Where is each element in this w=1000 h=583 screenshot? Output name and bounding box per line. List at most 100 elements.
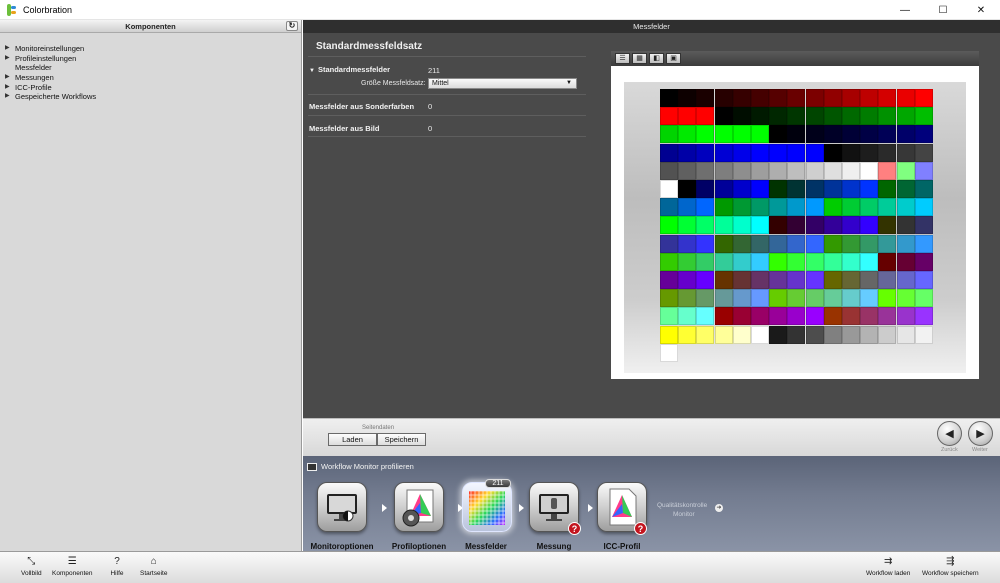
color-patch (751, 107, 769, 126)
workflow-save-icon: ⇶ (946, 556, 955, 567)
color-patch (823, 252, 842, 271)
color-patch (660, 234, 678, 253)
color-patch (732, 289, 751, 308)
page-data-label: Seitendaten (362, 425, 395, 431)
standard-patches-value: 211 (428, 66, 440, 75)
color-patch (732, 143, 751, 162)
divider (308, 94, 586, 95)
color-patch (878, 289, 897, 308)
components-button[interactable]: ☰ Komponenten (52, 556, 92, 577)
color-patch (896, 161, 915, 180)
color-patch (696, 216, 715, 235)
color-patch (769, 216, 788, 235)
workflow-load-button[interactable]: ⇉ Workflow laden (866, 556, 910, 577)
tree-item-icc-profile[interactable]: ▶ ICC-Profile (0, 83, 301, 93)
flow-arrow-icon (519, 504, 524, 512)
tree-item-messungen[interactable]: ▶ Messungen (0, 73, 301, 83)
color-patch (878, 107, 897, 126)
color-patch (842, 107, 860, 126)
color-patch (896, 252, 915, 271)
color-patch (878, 198, 897, 217)
color-patch (769, 252, 788, 271)
load-button[interactable]: Laden (328, 433, 377, 446)
color-patch (823, 234, 842, 253)
color-patch (751, 307, 769, 326)
color-patch (769, 107, 788, 126)
component-tree: ▶ Monitoreinstellungen ▶ Profileinstellung… (0, 33, 301, 102)
back-button[interactable]: ◀ (937, 421, 962, 446)
color-patch (842, 307, 860, 326)
step-profiloptionen[interactable] (394, 482, 444, 532)
home-button[interactable]: ⌂ Startseite (140, 556, 167, 577)
color-patch (860, 307, 879, 326)
color-patch (660, 198, 678, 217)
expand-arrow-icon[interactable]: ▶ (0, 54, 15, 64)
color-patch (805, 325, 824, 344)
expand-arrow-icon[interactable]: ▶ (0, 83, 15, 93)
quality-control-link[interactable]: Qualitätskontrolle Monitor (657, 501, 707, 519)
color-patch (896, 307, 915, 326)
tree-item-monitoreinstellungen[interactable]: ▶ Monitoreinstellungen (0, 44, 301, 54)
color-patch (751, 216, 769, 235)
color-patch (678, 216, 697, 235)
color-patch (751, 125, 769, 144)
color-patch (660, 216, 678, 235)
list-icon[interactable]: ☰ (615, 53, 630, 64)
color-patch (914, 252, 933, 271)
grid-icon[interactable]: ▦ (632, 53, 647, 64)
color-patch (914, 89, 933, 107)
color-patch (696, 107, 715, 126)
step-messfelder[interactable] (462, 482, 512, 532)
fullscreen-button[interactable]: ⤡ Vollbild (21, 556, 42, 577)
collapse-arrow-icon[interactable]: ▼ (309, 68, 315, 74)
maximize-button[interactable]: ☐ (924, 0, 962, 20)
color-patch (660, 89, 678, 107)
color-patch (805, 143, 824, 162)
color-patch (878, 89, 897, 107)
color-patch (914, 234, 933, 253)
tree-item-messfelder[interactable]: Messfelder (0, 63, 301, 73)
arrow-right-icon[interactable]: ➜ (715, 504, 723, 512)
step-label-monitoroptionen: Monitoroptionen (310, 542, 374, 551)
expand-arrow-icon[interactable]: ▶ (0, 44, 15, 54)
window-title: Colorbration (23, 4, 73, 15)
color-patch (787, 89, 806, 107)
color-patch (714, 216, 733, 235)
color-patch (714, 198, 733, 217)
color-patch (696, 143, 715, 162)
color-patch (787, 107, 806, 126)
refresh-icon[interactable]: ↻ (286, 21, 298, 31)
close-button[interactable]: ✕ (962, 0, 1000, 20)
patch-size-select[interactable]: Mittel ▼ (428, 78, 577, 89)
color-patch (696, 198, 715, 217)
color-patch (678, 325, 697, 344)
minimize-button[interactable]: — (886, 0, 924, 20)
help-icon: ? (114, 556, 120, 567)
workflow-strip: Workflow Monitor profilieren Monitoropti… (303, 456, 1000, 551)
save-button[interactable]: Speichern (377, 433, 426, 446)
preview-toolbar: ☰ ▦ ◧ ▣ (611, 51, 979, 66)
color-patch (678, 107, 697, 126)
color-patch (914, 271, 933, 289)
color-patch (860, 161, 879, 180)
color-patch (714, 325, 733, 344)
color-patch (678, 271, 697, 289)
image-icon[interactable]: ▣ (666, 53, 681, 64)
color-patch (823, 107, 842, 126)
color-patch (787, 216, 806, 235)
gradient-icon[interactable]: ◧ (649, 53, 664, 64)
section-title: Standardmessfeldsatz (316, 41, 423, 52)
next-button[interactable]: ▶ (968, 421, 993, 446)
tree-item-gespeicherte-workflows[interactable]: ▶ Gespeicherte Workflows (0, 92, 301, 102)
color-patch (732, 198, 751, 217)
standard-patches-label[interactable]: ▼ Standardmessfelder (309, 65, 390, 74)
workflow-save-button[interactable]: ⇶ Workflow speichern (922, 556, 979, 577)
expand-arrow-icon[interactable]: ▶ (0, 73, 15, 83)
color-patch (769, 307, 788, 326)
step-monitoroptionen[interactable] (317, 482, 367, 532)
help-button[interactable]: ? Hilfe (110, 556, 124, 577)
color-patch (914, 325, 933, 344)
image-patches-value: 0 (428, 124, 433, 133)
tree-item-profileinstellungen[interactable]: ▶ Profileinstellungen (0, 54, 301, 64)
expand-arrow-icon[interactable]: ▶ (0, 92, 15, 102)
